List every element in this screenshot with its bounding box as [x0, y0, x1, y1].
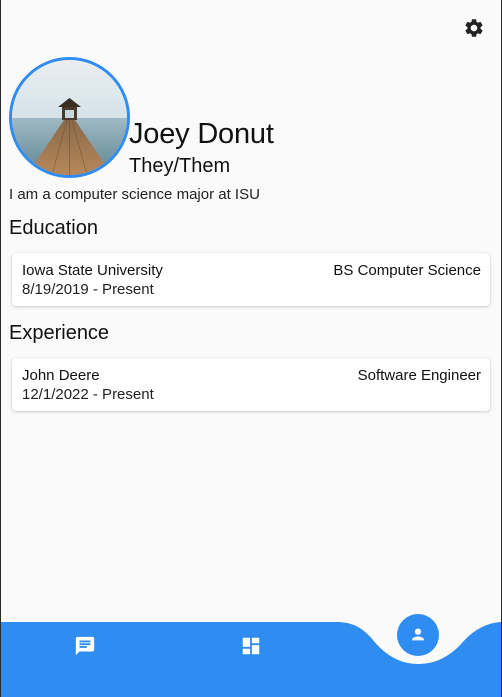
settings-button[interactable]: [461, 15, 487, 41]
bottom-navigation: [1, 600, 501, 697]
experience-heading: Experience: [9, 322, 110, 344]
nav-profile-button[interactable]: [397, 614, 439, 656]
chat-icon: [75, 636, 95, 656]
profile-bio: I am a computer science major at ISU: [9, 186, 260, 203]
education-dates: 8/19/2019 - Present: [22, 281, 154, 298]
profile-pronouns: They/Them: [129, 155, 231, 177]
education-card[interactable]: Iowa State University BS Computer Scienc…: [12, 253, 490, 306]
dashboard-icon: [242, 637, 260, 655]
nav-chat-button[interactable]: [71, 632, 99, 660]
profile-name: Joey Donut: [129, 118, 274, 150]
avatar-pier-image: [12, 60, 127, 175]
experience-card[interactable]: John Deere Software Engineer 12/1/2022 -…: [12, 358, 490, 411]
nav-dashboard-button[interactable]: [237, 632, 265, 660]
experience-dates: 12/1/2022 - Present: [22, 386, 154, 403]
experience-position: Software Engineer: [357, 367, 481, 384]
education-heading: Education: [9, 217, 98, 239]
education-institution: Iowa State University: [22, 262, 163, 279]
experience-company: John Deere: [22, 367, 100, 384]
person-icon: [407, 624, 429, 646]
profile-screen: Joey Donut They/Them I am a computer sci…: [1, 0, 501, 697]
avatar[interactable]: [9, 57, 130, 178]
education-degree: BS Computer Science: [333, 262, 481, 279]
gear-icon: [465, 19, 483, 37]
